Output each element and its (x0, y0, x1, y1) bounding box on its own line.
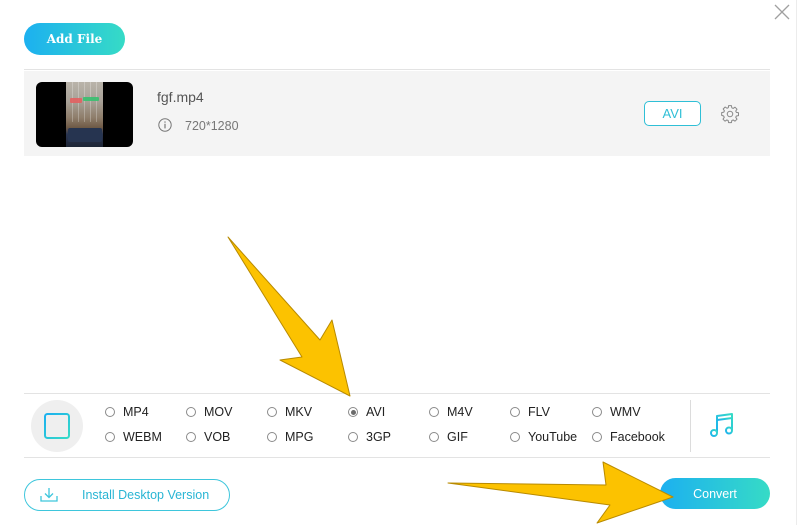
format-option-webm[interactable]: WEBM (105, 429, 162, 445)
format-option-gif[interactable]: GIF (429, 429, 468, 445)
format-option-mp4[interactable]: MP4 (105, 404, 149, 420)
format-option-youtube[interactable]: YouTube (510, 429, 577, 445)
format-label: 3GP (366, 430, 392, 444)
radio-button[interactable] (267, 432, 277, 442)
format-label: VOB (204, 430, 231, 444)
output-format-button[interactable]: AVI (644, 101, 701, 126)
radio-button[interactable] (429, 407, 439, 417)
divider (24, 457, 770, 458)
video-format-tab[interactable] (31, 400, 83, 452)
radio-button-selected[interactable] (348, 407, 358, 417)
download-icon (39, 486, 59, 504)
format-label: M4V (447, 405, 473, 419)
annotation-arrow-down (227, 236, 351, 397)
radio-button[interactable] (105, 407, 115, 417)
format-label: MKV (285, 405, 313, 419)
format-label: MP4 (123, 405, 149, 419)
format-option-flv[interactable]: FLV (510, 404, 550, 420)
format-option-mov[interactable]: MOV (186, 404, 232, 420)
radio-button[interactable] (429, 432, 439, 442)
convert-button[interactable]: Convert (660, 478, 770, 509)
install-desktop-version-button[interactable]: Install Desktop Version (24, 479, 230, 511)
info-circle-icon[interactable] (158, 118, 172, 132)
format-label: GIF (447, 430, 468, 444)
annotation-arrow-right (447, 461, 674, 524)
file-resolution: 720*1280 (185, 119, 239, 133)
file-name: fgf.mp4 (157, 89, 204, 105)
format-label: FLV (528, 405, 550, 419)
format-label: AVI (366, 405, 386, 419)
format-label: WMV (610, 405, 641, 419)
radio-button[interactable] (510, 432, 520, 442)
radio-button[interactable] (348, 432, 358, 442)
audio-format-tab[interactable] (707, 410, 737, 440)
format-option-mkv[interactable]: MKV (267, 404, 312, 420)
vertical-divider (690, 400, 691, 452)
window-right-border (796, 0, 797, 525)
radio-button[interactable] (592, 432, 602, 442)
format-label: YouTube (528, 430, 578, 444)
divider (24, 69, 770, 70)
radio-button[interactable] (105, 432, 115, 442)
radio-button[interactable] (592, 407, 602, 417)
file-list-item: fgf.mp4 720*1280 AVI (24, 71, 770, 156)
video-thumbnail (36, 82, 133, 147)
format-option-vob[interactable]: VOB (186, 429, 230, 445)
install-label: Install Desktop Version (82, 488, 210, 502)
add-file-button[interactable]: Add File (24, 23, 125, 55)
format-option-mpg[interactable]: MPG (267, 429, 313, 445)
divider (24, 393, 770, 394)
format-label: MPG (285, 430, 314, 444)
format-option-avi[interactable]: AVI (348, 404, 385, 420)
format-label: WEBM (123, 430, 162, 444)
radio-button[interactable] (186, 407, 196, 417)
format-option-3gp[interactable]: 3GP (348, 429, 391, 445)
gear-icon[interactable] (720, 104, 740, 124)
close-button[interactable] (772, 2, 792, 22)
format-option-m4v[interactable]: M4V (429, 404, 473, 420)
film-icon (44, 413, 70, 439)
radio-button[interactable] (267, 407, 277, 417)
music-note-icon (710, 413, 733, 437)
format-option-facebook[interactable]: Facebook (592, 429, 665, 445)
radio-button[interactable] (510, 407, 520, 417)
format-label: Facebook (610, 430, 665, 444)
radio-button[interactable] (186, 432, 196, 442)
format-label: MOV (204, 405, 233, 419)
format-option-wmv[interactable]: WMV (592, 404, 641, 420)
close-x-icon (774, 4, 790, 20)
